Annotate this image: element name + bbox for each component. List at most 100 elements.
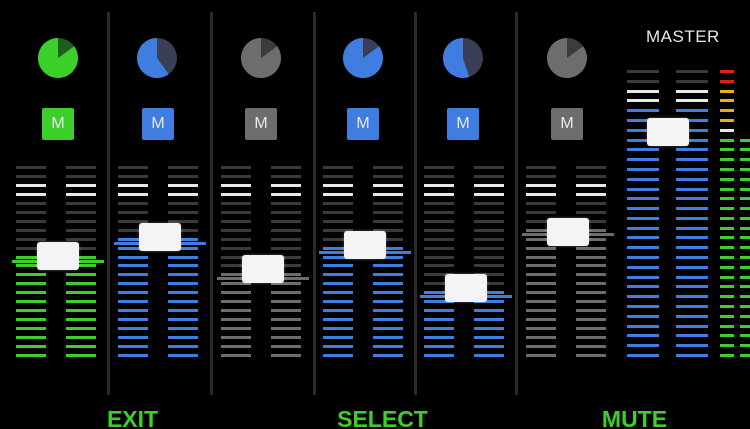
meter-segment [271, 247, 301, 250]
master-meter-segment [627, 90, 659, 93]
meter-segment [323, 220, 353, 223]
meter-segment [271, 345, 301, 348]
meter-segment [16, 211, 46, 214]
fader-handle-1[interactable] [37, 242, 79, 270]
meter-segment [474, 193, 504, 196]
master-peak-segment [740, 276, 750, 279]
master-meter-segment [627, 109, 659, 112]
fader-handle-2[interactable] [139, 223, 181, 251]
master-meter-segment [676, 325, 708, 328]
meter-segment [66, 175, 96, 178]
meter-segment [66, 193, 96, 196]
exit-button[interactable]: EXIT [20, 399, 245, 429]
master-meter-segment [676, 90, 708, 93]
master-peak-segment [720, 119, 734, 122]
fader-handle-4[interactable] [344, 231, 386, 259]
meter-segment [16, 229, 46, 232]
master-peak-segment [740, 178, 750, 181]
meter-segment [66, 318, 96, 321]
master-meter-segment [627, 197, 659, 200]
mute-button-6[interactable]: M [551, 108, 583, 140]
meter-segment [221, 291, 251, 294]
meter-segment [576, 202, 606, 205]
meter-segment [323, 273, 353, 276]
mute-button-3[interactable]: M [245, 108, 277, 140]
pan-knob-5[interactable] [441, 36, 485, 80]
meter-segment [323, 166, 353, 169]
meter-segment [168, 256, 198, 259]
meter-segment [66, 202, 96, 205]
meter-segment [66, 300, 96, 303]
master-peak-segment [740, 305, 750, 308]
meter-segment [373, 354, 403, 357]
master-meter-segment [627, 266, 659, 269]
meter-segment [168, 327, 198, 330]
meter-segment [168, 184, 198, 187]
meter-segment [16, 166, 46, 169]
master-peak-segment [720, 148, 734, 151]
master-peak-segment [720, 129, 734, 132]
mute-button-2[interactable]: M [142, 108, 174, 140]
meter-segment [118, 309, 148, 312]
meter-segment [373, 264, 403, 267]
meter-segment [424, 309, 454, 312]
mute-softkey-button[interactable]: MUTE [522, 399, 747, 429]
meter-segment [16, 184, 46, 187]
meter-segment [474, 184, 504, 187]
master-peak-segment [740, 227, 750, 230]
meter-segment [576, 282, 606, 285]
pan-knob-3[interactable] [239, 36, 283, 80]
meter-segment [271, 166, 301, 169]
meter-segment [474, 256, 504, 259]
fader-handle-5[interactable] [445, 274, 487, 302]
meter-segment [118, 291, 148, 294]
meter-segment [221, 166, 251, 169]
master-meter-segment [676, 246, 708, 249]
master-meter-segment [627, 334, 659, 337]
meter-segment [373, 273, 403, 276]
master-peak-segment [720, 109, 734, 112]
master-meter-segment [676, 70, 708, 73]
fader-handle-3[interactable] [242, 255, 284, 283]
meter-segment [118, 193, 148, 196]
meter-segment [271, 300, 301, 303]
meter-segment [16, 291, 46, 294]
master-peak-segment [740, 285, 750, 288]
meter-segment [526, 327, 556, 330]
meter-segment [271, 291, 301, 294]
meter-segment [474, 309, 504, 312]
meter-segment [66, 291, 96, 294]
master-peak-segment [720, 334, 734, 337]
pan-knob-6[interactable] [545, 36, 589, 80]
master-peak-segment [720, 168, 734, 171]
pan-knob-2[interactable] [135, 36, 179, 80]
meter-segment [168, 193, 198, 196]
master-peak-segment [720, 99, 734, 102]
meter-segment [373, 336, 403, 339]
fader-handle-6[interactable] [547, 218, 589, 246]
master-meter-segment [676, 109, 708, 112]
meter-segment [118, 318, 148, 321]
mute-button-4[interactable]: M [347, 108, 379, 140]
meter-segment [168, 273, 198, 276]
pan-knob-1[interactable] [36, 36, 80, 80]
master-meter-segment [676, 207, 708, 210]
master-meter-segment [627, 305, 659, 308]
pan-knob-4[interactable] [341, 36, 385, 80]
select-button[interactable]: SELECT [270, 399, 495, 429]
master-fader-handle[interactable] [647, 118, 689, 146]
master-peak-segment [720, 256, 734, 259]
meter-segment [271, 202, 301, 205]
master-peak-segment [720, 354, 734, 357]
meter-segment [576, 318, 606, 321]
master-peak-segment [740, 168, 750, 171]
mute-button-5[interactable]: M [447, 108, 479, 140]
master-meter-segment [627, 325, 659, 328]
meter-segment [168, 202, 198, 205]
meter-segment [526, 247, 556, 250]
meter-segment [526, 166, 556, 169]
meter-segment [526, 300, 556, 303]
meter-segment [526, 193, 556, 196]
meter-segment [526, 345, 556, 348]
mute-button-1[interactable]: M [42, 108, 74, 140]
